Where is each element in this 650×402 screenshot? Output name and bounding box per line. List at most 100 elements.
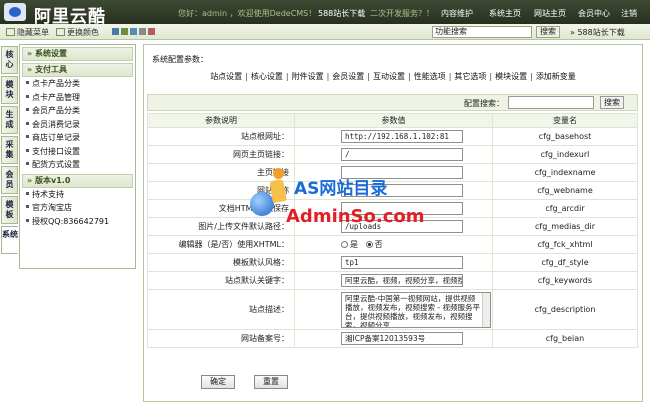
watermark-title: AS网站目录 — [294, 179, 388, 199]
description-textarea[interactable]: 阿里云酷-中国第一视频网站，提供视频播放，视频发布，视频搜索 - 视频服务平台，… — [341, 291, 491, 328]
textarea-scrollbar[interactable] — [482, 292, 490, 327]
tab-other[interactable]: 其它选项 — [451, 72, 489, 81]
radio-icon — [341, 241, 348, 248]
row-variable: cfg_indexname — [492, 163, 638, 182]
row-variable: cfg_arcdir — [492, 199, 638, 218]
sidebar-item-payment-api[interactable]: 支付接口设置 — [20, 145, 135, 159]
nav-logout[interactable]: 注销 — [621, 8, 637, 19]
column-header: 变量名 — [492, 113, 638, 128]
indexurl-input[interactable]: / — [341, 148, 463, 161]
sidebar: 系统设置 支付工具 点卡产品分类 点卡产品管理 会员产品分类 会员消费记录 商店… — [19, 44, 136, 269]
row-label: 编辑器（是/否）使用XHTML： — [147, 235, 295, 254]
column-header: 参数说明 — [147, 113, 295, 128]
reset-button[interactable]: 重置 — [254, 375, 288, 389]
tab-performance[interactable]: 性能选项 — [411, 72, 449, 81]
sidebar-section-system-settings[interactable]: 系统设置 — [22, 47, 133, 61]
change-color-button[interactable]: 更换颜色 — [56, 27, 99, 38]
tab-site[interactable]: 站点设置 — [207, 72, 245, 81]
tab-interaction[interactable]: 互动设置 — [370, 72, 408, 81]
sidebar-item-support[interactable]: 持术支持 — [20, 188, 135, 202]
tab-attachments[interactable]: 附件设置 — [289, 72, 327, 81]
table-row: 模板默认风格： tp1 cfg_df_style — [147, 253, 638, 272]
color-swatch-1[interactable] — [112, 28, 119, 35]
sidebar-item-order-records[interactable]: 商店订单记录 — [20, 131, 135, 145]
row-variable: cfg_description — [492, 289, 638, 330]
download-link[interactable]: » 588站长下载 — [570, 27, 625, 38]
color-swatch-2[interactable] — [121, 28, 128, 35]
row-variable: cfg_beian — [492, 329, 638, 348]
hide-menu-icon — [6, 28, 15, 36]
tab-module[interactable]: 模块 — [1, 76, 18, 104]
nav-site-home[interactable]: 网站主页 — [534, 8, 566, 19]
row-label: 模板默认风格： — [147, 253, 295, 272]
palette-icon — [56, 28, 65, 36]
config-search-button[interactable]: 搜索 — [600, 96, 624, 109]
tab-template[interactable]: 模板 — [1, 196, 18, 224]
nav-system-home[interactable]: 系统主页 — [489, 8, 521, 19]
color-swatch-4[interactable] — [139, 28, 146, 35]
top-header: 阿里云酷 您好：admin ，欢迎使用DedeCMS！ 588站长下载 二次开发… — [0, 0, 650, 27]
tab-generate[interactable]: 生成 — [1, 106, 18, 134]
sidebar-section-version[interactable]: 版本v1.0 — [22, 173, 133, 188]
table-row: 网站备案号： 湘ICP备案12013593号 cfg_beian — [147, 329, 638, 348]
sidebar-item-member-records[interactable]: 会员消费记录 — [20, 118, 135, 132]
tab-add-variable[interactable]: 添加新变量 — [533, 72, 579, 81]
tab-core-settings[interactable]: 核心设置 — [248, 72, 286, 81]
row-label: 站点根网址： — [147, 127, 295, 146]
welcome-text: 您好：admin ，欢迎使用DedeCMS！ — [178, 9, 317, 18]
row-label: 网页主页链接： — [147, 145, 295, 164]
basehost-input[interactable]: http://192.168.1.102:81 — [341, 130, 463, 143]
color-swatch-3[interactable] — [130, 28, 137, 35]
xhtml-yes-radio[interactable]: 是 — [341, 240, 358, 249]
row-variable: cfg_indexurl — [492, 145, 638, 164]
row-label: 站点描述： — [147, 289, 295, 330]
table-row: 网页主页链接： / cfg_indexurl — [147, 145, 638, 164]
config-search-bar: 配置搜索： 搜索 — [147, 94, 638, 111]
nav-588-download[interactable]: 588站长下载 — [318, 8, 365, 19]
tab-collect[interactable]: 采集 — [1, 136, 18, 164]
hide-menu-button[interactable]: 隐藏菜单 — [6, 27, 49, 38]
function-search-select[interactable]: 功能搜索 — [432, 26, 532, 38]
sidebar-item-taobao[interactable]: 官方淘宝店 — [20, 201, 135, 215]
logo-icon — [4, 3, 26, 21]
tab-member[interactable]: 会员 — [1, 166, 18, 194]
config-search-label: 配置搜索： — [464, 99, 504, 108]
sidebar-item-member-category[interactable]: 会员产品分类 — [20, 104, 135, 118]
config-search-input[interactable] — [508, 96, 594, 109]
color-swatch-5[interactable] — [148, 28, 155, 35]
tab-member-settings[interactable]: 会员设置 — [329, 72, 367, 81]
tab-core[interactable]: 核心 — [1, 46, 18, 74]
table-row: 站点默认关键字： 阿里云酷，视频，视频分享，视频搜索 cfg_keywords — [147, 271, 638, 290]
nav-member-center[interactable]: 会员中心 — [578, 8, 610, 19]
row-label: 站点默认关键字： — [147, 271, 295, 290]
xhtml-no-radio[interactable]: 否 — [365, 240, 383, 249]
tab-modules[interactable]: 模块设置 — [492, 72, 530, 81]
row-variable: cfg_webname — [492, 181, 638, 200]
table-row: 站点描述： 阿里云酷-中国第一视频网站，提供视频播放，视频发布，视频搜索 - 视… — [147, 289, 638, 330]
nav-dev-service[interactable]: 二次开发服务？！ — [370, 8, 434, 19]
confirm-button[interactable]: 确定 — [201, 375, 235, 389]
sidebar-section-payment-tools[interactable]: 支付工具 — [22, 63, 133, 77]
sidebar-item-delivery[interactable]: 配货方式设置 — [20, 158, 135, 172]
watermark-url: AdminSo.com — [286, 206, 425, 227]
df-style-input[interactable]: tp1 — [341, 256, 463, 269]
row-variable: cfg_keywords — [492, 271, 638, 290]
radio-checked-icon — [365, 241, 373, 248]
column-header: 参数值 — [294, 113, 493, 128]
sidebar-item-qq[interactable]: 授权QQ:836642791 — [20, 215, 135, 229]
sidebar-item-card-category[interactable]: 点卡产品分类 — [20, 77, 135, 91]
function-search-button[interactable]: 搜索 — [536, 26, 560, 38]
sidebar-item-card-manage[interactable]: 点卡产品管理 — [20, 91, 135, 105]
row-variable: cfg_fck_xhtml — [492, 235, 638, 254]
table-row: 站点根网址： http://192.168.1.102:81 cfg_baseh… — [147, 127, 638, 146]
keywords-input[interactable]: 阿里云酷，视频，视频分享，视频搜索 — [341, 274, 463, 287]
module-tabs: 核心 模块 生成 采集 会员 模板 系统 — [0, 46, 19, 286]
beian-input[interactable]: 湘ICP备案12013593号 — [341, 332, 463, 345]
nav-content[interactable]: 内容维护 — [441, 8, 473, 19]
app-window: 阿里云酷 您好：admin ，欢迎使用DedeCMS！ 588站长下载 二次开发… — [0, 0, 650, 402]
table-row: 编辑器（是/否）使用XHTML： 是 否 cfg_fck_xhtml — [147, 235, 638, 254]
page-title: 系统配置参数： — [152, 55, 208, 64]
table-header-row: 参数说明 参数值 变量名 — [147, 113, 638, 128]
tab-system[interactable]: 系统 — [1, 226, 18, 254]
config-tabs: 站点设置 | 核心设置 | 附件设置 | 会员设置 | 互动设置 | 性能选项 | 其它选项 | 模块设置 |… — [144, 71, 642, 82]
